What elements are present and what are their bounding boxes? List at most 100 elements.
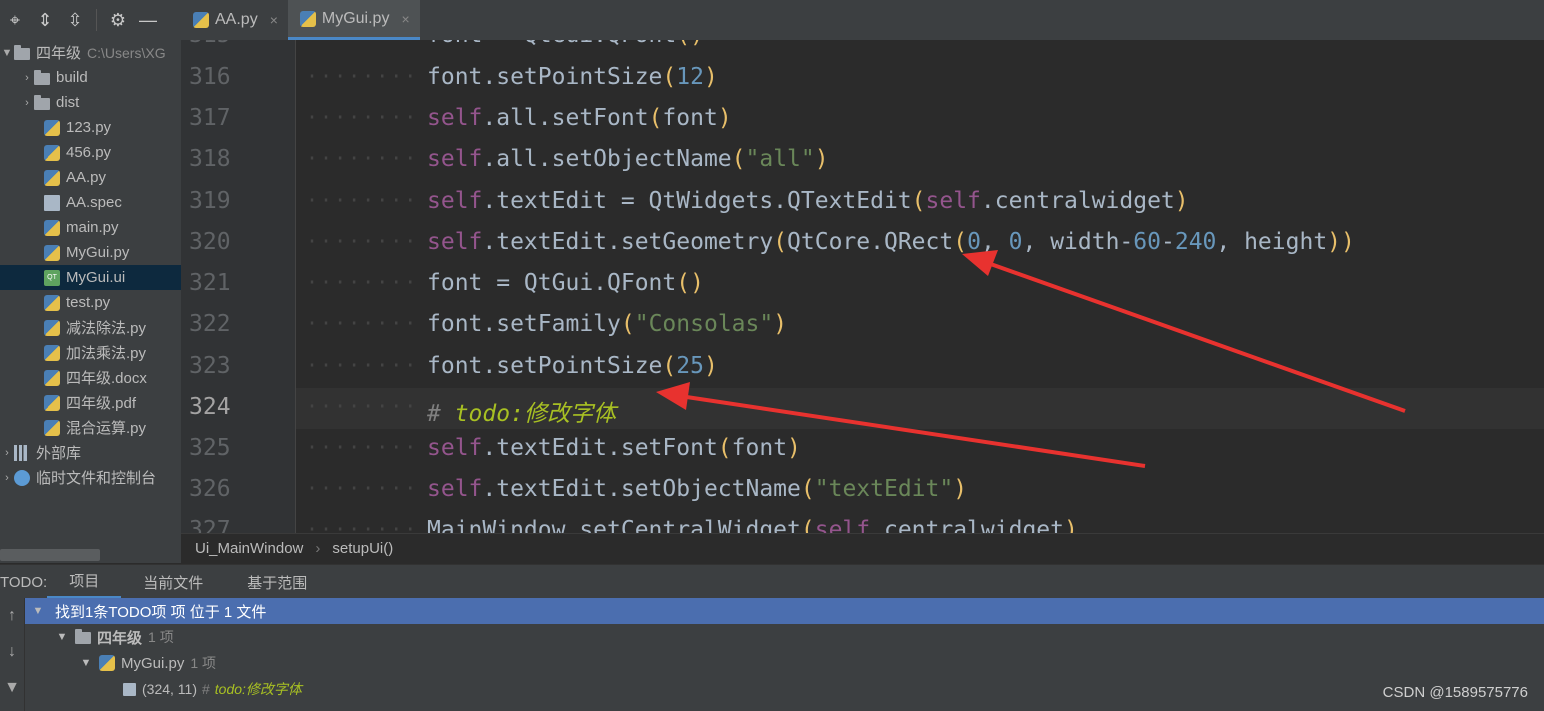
tree-item-mygui-py[interactable]: MyGui.py	[0, 240, 181, 265]
tree-item-external-libs[interactable]: › 外部库	[0, 440, 181, 465]
tree-item-scratches[interactable]: › 临时文件和控制台	[0, 465, 181, 490]
root-name: 四年级	[36, 45, 82, 62]
tree-item-aa-spec[interactable]: AA.spec	[0, 190, 181, 215]
line-number: 317	[189, 105, 231, 131]
indent-guide: ········	[306, 64, 419, 88]
tree-item-main-py[interactable]: main.py	[0, 215, 181, 240]
todo-comment: # todo:修改字体	[427, 401, 616, 427]
todo-tree: ▼ 找到1条TODO项 项 位于 1 文件 ▼ 四年级 1 项 ▼ MyGui.…	[25, 598, 1544, 711]
tree-item-label: MyGui.py	[66, 244, 130, 261]
todo-item-hash: #	[202, 681, 210, 697]
tab-label: 基于范围	[247, 574, 308, 592]
chevron-down-icon[interactable]: ▼	[31, 605, 45, 617]
close-icon[interactable]: ×	[401, 11, 409, 27]
tab-label: 当前文件	[143, 574, 204, 592]
code-text: font.setPointSize(12)	[427, 64, 718, 90]
minimize-icon[interactable]: —	[135, 7, 161, 33]
tree-item-label: 临时文件和控制台	[36, 470, 157, 487]
qt-ui-file-icon: QT	[44, 269, 60, 286]
tab-mygui-py[interactable]: MyGui.py ×	[287, 0, 420, 40]
todo-file-row[interactable]: ▼ MyGui.py 1 项	[25, 650, 1544, 676]
indent-guide: ········	[306, 476, 419, 500]
project-scrollbar[interactable]	[0, 549, 100, 561]
tree-item-build[interactable]: › build	[0, 65, 181, 90]
code-editor[interactable]: ········ font = QtGui.QFont() ········ f…	[296, 40, 1544, 533]
tree-item-label: 加法乘法.py	[66, 345, 147, 362]
line-number: 316	[189, 64, 231, 90]
todo-side-toolbar: ↑ ↓ ▼	[0, 598, 25, 711]
tree-item-dist[interactable]: › dist	[0, 90, 181, 115]
tree-item-label: build	[56, 69, 88, 86]
breadcrumb-class[interactable]: Ui_MainWindow	[195, 540, 303, 557]
todo-summary-row[interactable]: ▼ 找到1条TODO项 项 位于 1 文件	[25, 598, 1544, 624]
tree-item-docx[interactable]: 四年级.docx	[0, 365, 181, 390]
line-number: 318	[189, 146, 231, 172]
todo-folder-count: 1 项	[148, 629, 174, 645]
python-file-icon	[44, 319, 60, 336]
code-line: ········ MainWindow.setCentralWidget(sel…	[296, 511, 1544, 533]
indent-guide: ········	[306, 311, 419, 335]
gear-icon[interactable]: ⚙	[105, 7, 131, 33]
library-icon	[14, 444, 30, 461]
tree-item-123-py[interactable]: 123.py	[0, 115, 181, 140]
arrow-up-icon[interactable]: ↑	[0, 598, 24, 634]
code-line: ········ font.setPointSize(12)	[296, 58, 1544, 99]
tab-current-file[interactable]: 当前文件	[121, 565, 225, 599]
python-file-icon	[99, 655, 115, 671]
arrow-down-icon[interactable]: ↓	[0, 634, 24, 670]
tree-item-label: 456.py	[66, 144, 112, 161]
tree-item-pdf[interactable]: 四年级.pdf	[0, 390, 181, 415]
line-number: 327	[189, 517, 231, 533]
code-text: font.setPointSize(25)	[427, 353, 718, 379]
tab-aa-py[interactable]: AA.py ×	[181, 0, 288, 40]
close-icon[interactable]: ×	[270, 12, 278, 28]
tree-item-label: 混合运算.py	[66, 420, 147, 437]
expand-all-icon[interactable]: ⇕	[32, 7, 58, 33]
python-file-icon	[44, 219, 60, 236]
line-number: 323	[189, 353, 231, 379]
chevron-right-icon[interactable]: ›	[0, 472, 14, 484]
project-tree: ▼ 四年级 C:\Users\XG › build › dist 123.py …	[0, 40, 181, 490]
chevron-right-icon[interactable]: ›	[20, 97, 34, 109]
todo-item-row[interactable]: (324, 11) # todo:修改字体	[25, 676, 1544, 702]
collapse-all-icon[interactable]: ⇳	[62, 7, 88, 33]
tree-item-456-py[interactable]: 456.py	[0, 140, 181, 165]
python-file-icon	[44, 394, 60, 411]
code-text: font = QtGui.QFont()	[427, 40, 704, 48]
tree-item-mygui-ui[interactable]: QT MyGui.ui	[0, 265, 181, 290]
code-line: ········ font = QtGui.QFont()	[296, 40, 1544, 57]
todo-panel-title: TODO:	[0, 573, 48, 591]
indent-guide: ········	[306, 105, 419, 129]
todo-item-location: (324, 11)	[142, 681, 197, 697]
watermark: CSDN @1589575776	[1382, 684, 1528, 701]
breadcrumb-method[interactable]: setupUi()	[332, 540, 393, 557]
code-line: ········ font = QtGui.QFont()	[296, 264, 1544, 305]
chevron-right-icon[interactable]: ›	[0, 447, 14, 459]
tab-project[interactable]: 项目	[47, 565, 122, 599]
code-line: ········ self.textEdit.setGeometry(QtCor…	[296, 223, 1544, 264]
code-line: ········ self.textEdit.setFont(font)	[296, 429, 1544, 470]
chevron-right-icon[interactable]: ›	[20, 72, 34, 84]
filter-icon[interactable]: ▼	[0, 670, 24, 706]
tree-item-mixed[interactable]: 混合运算.py	[0, 415, 181, 440]
code-line: ········ self.textEdit.setObjectName("te…	[296, 470, 1544, 511]
chevron-down-icon[interactable]: ▼	[55, 631, 69, 643]
tree-item-label: test.py	[66, 294, 111, 311]
scratch-icon	[14, 469, 30, 486]
tree-item-add-multiply[interactable]: 加法乘法.py	[0, 340, 181, 365]
indent-guide: ········	[306, 229, 419, 253]
tree-item-subtract-divide[interactable]: 减法除法.py	[0, 315, 181, 340]
tree-root[interactable]: ▼ 四年级 C:\Users\XG	[0, 40, 181, 65]
tree-item-aa-py[interactable]: AA.py	[0, 165, 181, 190]
folder-icon	[75, 629, 91, 644]
chevron-down-icon[interactable]: ▼	[0, 47, 14, 59]
tree-item-label: 减法除法.py	[66, 320, 147, 337]
todo-folder-row[interactable]: ▼ 四年级 1 项	[25, 624, 1544, 650]
tree-item-test-py[interactable]: test.py	[0, 290, 181, 315]
tree-item-label: dist	[56, 94, 80, 111]
locate-icon[interactable]: ⌖	[2, 7, 28, 33]
tab-scope[interactable]: 基于范围	[225, 565, 329, 599]
indent-guide: ········	[306, 270, 419, 294]
chevron-down-icon[interactable]: ▼	[79, 657, 93, 669]
code-text: self.textEdit.setObjectName("textEdit")	[427, 476, 968, 502]
